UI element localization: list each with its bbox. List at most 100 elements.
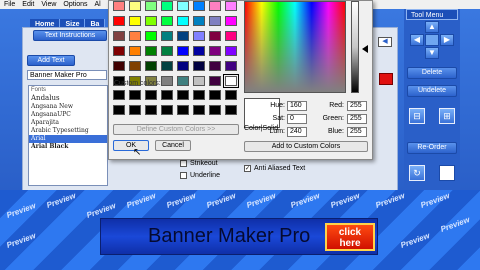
undelete-button[interactable]: Undelete bbox=[407, 85, 457, 97]
basic-color-swatch[interactable] bbox=[193, 31, 205, 41]
basic-color-swatch[interactable] bbox=[177, 76, 189, 86]
blank-tool-button[interactable] bbox=[439, 165, 455, 181]
basic-color-swatch[interactable] bbox=[225, 46, 237, 56]
menu-options[interactable]: Options bbox=[63, 0, 87, 9]
basic-color-swatch[interactable] bbox=[129, 61, 141, 71]
font-item[interactable]: Aparajita bbox=[29, 119, 107, 127]
font-item-selected[interactable]: Arial bbox=[29, 135, 107, 143]
basic-color-swatch[interactable] bbox=[177, 61, 189, 71]
basic-color-swatch[interactable] bbox=[145, 46, 157, 56]
custom-color-swatch[interactable] bbox=[113, 90, 125, 100]
basic-color-swatch[interactable] bbox=[177, 46, 189, 56]
strikeout-option[interactable]: Strikeout bbox=[180, 160, 218, 167]
custom-color-swatch[interactable] bbox=[129, 90, 141, 100]
basic-color-swatch[interactable] bbox=[225, 16, 237, 26]
cancel-button[interactable]: Cancel bbox=[155, 140, 191, 151]
antialiased-option[interactable]: ✓ Anti Aliased Text bbox=[244, 165, 305, 172]
sat-field[interactable]: 0 bbox=[287, 114, 307, 124]
move-right-arrow-icon[interactable]: ▶ bbox=[440, 34, 454, 46]
basic-color-swatch[interactable] bbox=[161, 31, 173, 41]
basic-color-swatch[interactable] bbox=[193, 16, 205, 26]
font-item[interactable]: Angsana New bbox=[29, 103, 107, 111]
basic-color-swatch[interactable] bbox=[177, 1, 189, 11]
basic-color-swatch[interactable] bbox=[209, 16, 221, 26]
basic-color-swatch[interactable] bbox=[161, 61, 173, 71]
basic-color-swatch[interactable] bbox=[209, 76, 221, 86]
font-item[interactable]: Andalus bbox=[29, 94, 107, 103]
font-item[interactable]: Arabic Typesetting bbox=[29, 127, 107, 135]
green-field[interactable]: 255 bbox=[347, 114, 367, 124]
luminance-arrow-icon[interactable] bbox=[362, 45, 368, 53]
custom-color-swatch[interactable] bbox=[193, 90, 205, 100]
font-list[interactable]: Fonts Andalus Angsana New AngsanaUPC Apa… bbox=[28, 85, 108, 186]
basic-color-swatch[interactable] bbox=[193, 46, 205, 56]
add-text-button[interactable]: Add Text bbox=[27, 55, 75, 66]
basic-color-swatch[interactable] bbox=[209, 1, 221, 11]
custom-color-swatch[interactable] bbox=[113, 105, 125, 115]
basic-color-swatch[interactable] bbox=[225, 31, 237, 41]
custom-color-swatch[interactable] bbox=[161, 105, 173, 115]
custom-color-swatch[interactable] bbox=[129, 105, 141, 115]
custom-color-swatch[interactable] bbox=[161, 90, 173, 100]
basic-color-swatch[interactable] bbox=[177, 31, 189, 41]
custom-color-swatch[interactable] bbox=[177, 105, 189, 115]
basic-color-swatch[interactable] bbox=[193, 1, 205, 11]
basic-color-swatch[interactable] bbox=[209, 46, 221, 56]
font-item[interactable]: AngsanaUPC bbox=[29, 111, 107, 119]
delete-button[interactable]: Delete bbox=[407, 67, 457, 79]
custom-color-swatch[interactable] bbox=[225, 105, 237, 115]
refresh-icon[interactable]: ↻ bbox=[409, 165, 425, 181]
custom-color-swatch[interactable] bbox=[209, 90, 221, 100]
basic-color-swatch[interactable] bbox=[225, 61, 237, 71]
strikeout-checkbox[interactable] bbox=[180, 160, 187, 167]
custom-color-swatch[interactable] bbox=[209, 105, 221, 115]
custom-color-swatch[interactable] bbox=[177, 90, 189, 100]
move-down-arrow-icon[interactable]: ▼ bbox=[425, 47, 439, 59]
basic-color-swatch[interactable] bbox=[113, 1, 125, 11]
align-horizontal-icon[interactable]: ⊟ bbox=[409, 108, 425, 124]
basic-color-swatch[interactable] bbox=[193, 61, 205, 71]
align-vertical-icon[interactable]: ⊞ bbox=[439, 108, 455, 124]
basic-color-swatch[interactable] bbox=[113, 31, 125, 41]
menu-edit[interactable]: Edit bbox=[22, 0, 34, 9]
basic-color-swatch[interactable] bbox=[129, 46, 141, 56]
basic-color-swatch[interactable] bbox=[145, 16, 157, 26]
custom-color-swatch[interactable] bbox=[145, 105, 157, 115]
basic-color-swatch[interactable] bbox=[145, 1, 157, 11]
basic-color-swatch[interactable] bbox=[129, 1, 141, 11]
color-spectrum[interactable] bbox=[244, 1, 346, 93]
font-item[interactable]: Arial Black bbox=[29, 143, 107, 151]
add-to-custom-colors-button[interactable]: Add to Custom Colors bbox=[244, 141, 368, 152]
basic-color-swatch[interactable] bbox=[161, 76, 173, 86]
basic-color-swatch[interactable] bbox=[113, 61, 125, 71]
basic-color-swatch[interactable] bbox=[161, 16, 173, 26]
basic-color-swatch[interactable] bbox=[145, 31, 157, 41]
text-color-swatch[interactable] bbox=[379, 73, 393, 85]
move-up-arrow-icon[interactable]: ▲ bbox=[425, 21, 439, 33]
basic-color-swatch[interactable] bbox=[223, 74, 239, 88]
center-icon[interactable] bbox=[425, 34, 439, 46]
custom-color-swatch[interactable] bbox=[225, 90, 237, 100]
luminance-slider[interactable] bbox=[351, 1, 359, 93]
custom-color-swatch[interactable] bbox=[193, 105, 205, 115]
basic-color-swatch[interactable] bbox=[209, 61, 221, 71]
basic-color-swatch[interactable] bbox=[193, 76, 205, 86]
lum-field[interactable]: 240 bbox=[287, 127, 307, 137]
underline-checkbox[interactable] bbox=[180, 172, 187, 179]
antialiased-checkbox[interactable]: ✓ bbox=[244, 165, 251, 172]
underline-option[interactable]: Underline bbox=[180, 172, 220, 179]
basic-color-swatch[interactable] bbox=[113, 46, 125, 56]
red-field[interactable]: 255 bbox=[347, 101, 367, 111]
basic-color-swatch[interactable] bbox=[145, 61, 157, 71]
menu-view[interactable]: View bbox=[41, 0, 56, 9]
basic-color-swatch[interactable] bbox=[225, 1, 237, 11]
basic-color-swatch[interactable] bbox=[177, 16, 189, 26]
menu-more[interactable]: Al bbox=[95, 0, 101, 9]
basic-color-swatch[interactable] bbox=[113, 16, 125, 26]
text-instructions-button[interactable]: Text Instructions bbox=[33, 30, 107, 41]
collapse-arrow-icon[interactable]: ◀ bbox=[378, 37, 392, 47]
blue-field[interactable]: 255 bbox=[347, 127, 367, 137]
banner-preview[interactable]: Banner Maker Pro click here bbox=[100, 218, 378, 255]
basic-color-swatch[interactable] bbox=[129, 31, 141, 41]
custom-color-swatch[interactable] bbox=[145, 90, 157, 100]
